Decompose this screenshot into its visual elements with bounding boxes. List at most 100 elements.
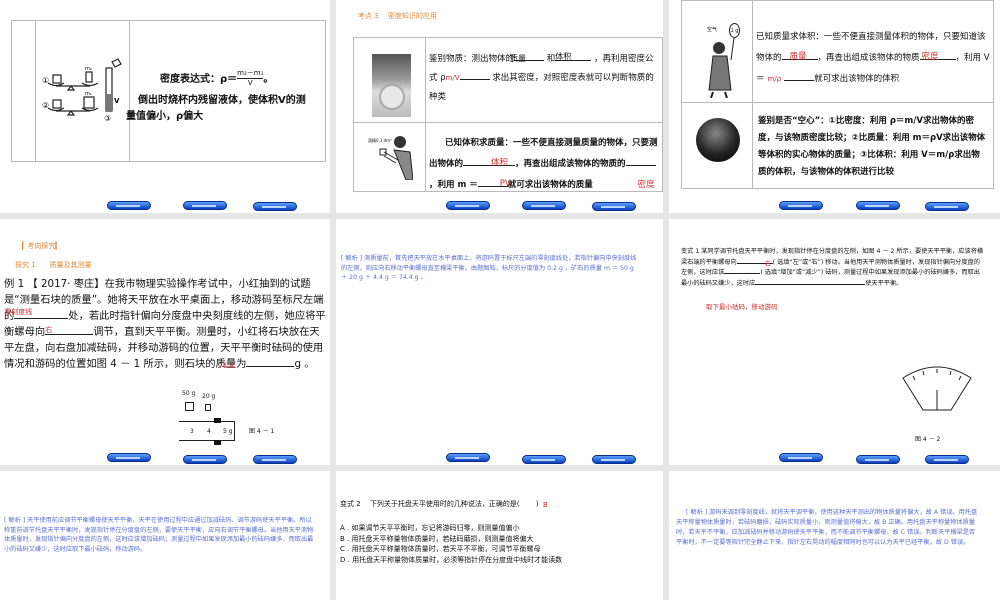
analysis-text: [ 解析 ] 测质量前，首先把天平放在水平桌面上，将游码置于标尺左端的零刻度线处…	[341, 255, 637, 281]
option-c[interactable]: C . 用托盘天平称量物体质量时，若天平不平衡，可调节平衡螺母	[340, 544, 562, 555]
error-analysis-text: 倒出时烧杯内残留液体，使体积V的测量值偏小，ρ偏大	[126, 95, 306, 122]
formula-numerator: m₂－m₁	[237, 69, 264, 79]
tick-label: 5 g	[223, 428, 233, 435]
nav-button-next[interactable]	[925, 455, 969, 464]
option-b[interactable]: B . 用托盘天平称量物体质量时，若砝码磨损，则测量值将偏大	[340, 534, 562, 545]
weight-20g-label: 20 g	[202, 393, 216, 400]
nav-button-home[interactable]	[522, 455, 566, 464]
image-label: 酒精0.1 dm³	[368, 138, 392, 143]
rider-top	[214, 418, 221, 423]
analysis-text: [ 解析 ] 游码未调到零刻度线，就将天平调平衡，使用这种天平测出的物体质量将偏…	[676, 509, 978, 546]
answer-pv: PV	[499, 179, 511, 189]
fig-label-v: V	[114, 97, 120, 105]
weight-20g-icon	[205, 404, 211, 411]
figure-4-1: 50 g 20 g 3 4 5 g 图 4 － 1	[175, 390, 300, 448]
nav-button-home[interactable]	[522, 201, 566, 210]
nav-button-home[interactable]	[183, 455, 227, 464]
slide-9[interactable]: [ 解析 ] 游码未调到零刻度线，就将天平调平衡，使用这种天平测出的物体质量将偏…	[669, 471, 1000, 600]
variant-2-question: 变式 2 下列关于托盘天平使用时的几种说法，正确的是( ) B	[340, 499, 548, 509]
answer-mass: 质量	[510, 54, 527, 63]
text-part: ，再查出组成该物体的物质	[817, 53, 920, 63]
nav-button-prev[interactable]	[779, 201, 823, 210]
fig-label-m1: m₁	[85, 91, 92, 97]
identify-substance-text: 鉴别物质：测出物体的 质量 和体积 ，再利用密度公式 ρm/V 求出其密度，对照密…	[429, 50, 659, 107]
balance-figure: ① ② ③ m₂ m₁ V	[42, 58, 122, 123]
figure-4-2-dial: 图 4 － 2	[901, 364, 973, 443]
answer-density: 密度	[637, 180, 655, 190]
nav-button-next[interactable]	[925, 202, 969, 211]
nav-button-prev[interactable]	[107, 201, 151, 210]
answer-zero-mark: 零刻度线	[4, 308, 33, 316]
slide-6[interactable]: 变式 1 某同学调节托盘天平平衡时，发现指针停在分度盘的左侧，如图 4 － 2 …	[669, 219, 1000, 465]
medal-image	[372, 54, 411, 117]
volume-to-mass-text: 已知体积求质量：一些不便直接测量质量的物体，只要测出物体的 体积 ，再查出组成该物体…	[429, 133, 661, 196]
nav-button-prev[interactable]	[107, 453, 151, 462]
fig-label-2: ②	[42, 101, 49, 110]
tick-label: 4	[207, 428, 211, 435]
option-a[interactable]: A . 如果调节天平平衡时，忘记将游码归零，则测量值偏小	[340, 523, 562, 534]
formula-denominator: V	[247, 79, 253, 87]
slide-8[interactable]: 变式 2 下列关于托盘天平使用时的几种说法，正确的是( ) B A . 如果调节…	[336, 471, 663, 600]
answer-formula: m/ρ	[767, 75, 782, 83]
text-part: 鉴别物质：测出物体的	[429, 54, 515, 64]
option-d[interactable]: D . 用托盘天平称量物体质量时，必须等指针停在分度盘中线时才能读数	[340, 555, 562, 566]
boy-with-cup-image: 酒精0.1 dm³	[368, 130, 414, 181]
answer-right: 右	[764, 260, 771, 268]
answer-volume: 体积	[491, 158, 509, 168]
text-part: ，利用 m ＝	[429, 180, 478, 190]
sphere-image	[696, 118, 740, 162]
variant-1-question: 变式 1 某同学调节托盘天平平衡时，发现指针停在分度盘的左侧，如图 4 － 2 …	[681, 247, 986, 289]
figure-caption: 图 4 － 1	[249, 428, 275, 435]
answer-mass: 质量	[789, 52, 807, 62]
girl-with-balloon-image: 空气 1 g	[697, 20, 747, 99]
slide-2[interactable]: 考点 3 密度知识的应用 鉴别物质：测出物体的 质量 和体积 ，再利用密度公式 ρ…	[336, 0, 663, 213]
image-label-air: 空气	[707, 27, 718, 33]
nav-button-home[interactable]	[183, 201, 227, 210]
formula-label: 密度表达式：ρ＝	[160, 74, 238, 85]
weight-50g-icon	[185, 402, 194, 411]
slide-7[interactable]: [ 解析 ] 天平使用前应调节平衡螺母使天平平衡，天平在使用过程中应通过加减砝码…	[0, 471, 330, 600]
fig-label-3: ③	[104, 114, 111, 123]
question-text: 变式 2 下列关于托盘天平使用时的几种说法，正确的是( )	[340, 500, 539, 508]
answer-mass: 74.4	[218, 362, 235, 370]
text-part: ，再查出组成该物体的物质的	[515, 159, 626, 169]
answer-formula: m/V	[445, 74, 460, 82]
slide-3[interactable]: 空气 1 g 已知质量求体积：一些不便直接测量体积的物体，只要知道该物体的 质量，…	[669, 0, 1000, 213]
nav-button-prev[interactable]	[446, 201, 490, 210]
nav-button-home[interactable]	[856, 201, 900, 210]
nav-button-next[interactable]	[592, 202, 636, 211]
fig-label-1: ①	[42, 76, 49, 85]
section-heading: 考点 3 密度知识的应用	[358, 12, 437, 20]
figure-caption: 图 4 － 2	[915, 436, 941, 443]
formula-end: 。	[263, 74, 274, 85]
nav-button-prev[interactable]	[446, 453, 490, 462]
nav-button-prev[interactable]	[779, 453, 823, 462]
options-list: A . 如果调节天平平衡时，忘记将游码归零，则测量值偏小 B . 用托盘天平称量…	[340, 523, 562, 565]
answer-volume: 体积	[555, 52, 572, 61]
tick-label: 3	[190, 428, 194, 435]
section-tag: ▎考向探究▎	[22, 242, 61, 250]
answer-density: 密度	[921, 52, 939, 62]
answer-b: B	[543, 501, 548, 509]
answer-right: 右	[45, 326, 53, 334]
nav-button-home[interactable]	[856, 455, 900, 464]
text-part: 就可求出该物体的体积	[814, 74, 900, 84]
example-question: 例 1 【 2017· 枣庄】在我市物理实验操作考试中，小红抽到的试题是“测量石…	[4, 276, 326, 372]
image-label-1g: 1 g	[729, 23, 740, 38]
nav-button-next[interactable]	[253, 455, 297, 464]
nav-button-next[interactable]	[253, 202, 297, 211]
text-part: g 。	[294, 358, 315, 370]
text-part: 使天平平衡。	[865, 279, 903, 287]
section-heading: 探究 1 质量及其测量	[15, 261, 92, 269]
mass-to-volume-text: 已知质量求体积：一些不便直接测量体积的物体，只要知道该物体的 质量 ，再查出组成该物…	[756, 27, 991, 90]
fig-label-m2: m₂	[85, 66, 92, 72]
analysis-text: [ 解析 ] 天平使用前应调节平衡螺母使天平平衡，天平在使用过程中应通过加减砝码…	[4, 517, 314, 553]
slide-1[interactable]: ① ② ③ m₂ m₁ V 密度表达式：ρ＝ m₂－m₁ V 。 倒出时烧杯内残…	[0, 0, 330, 213]
slide-5[interactable]: [ 解析 ] 测质量前，首先把天平放在水平桌面上，将游码置于标尺左端的零刻度线处…	[336, 219, 663, 465]
density-formula: 密度表达式：ρ＝ m₂－m₁ V 。	[160, 68, 273, 87]
answer-adjust: 取下最小砝码，移动游码	[706, 303, 778, 311]
slide-4[interactable]: ▎考向探究▎ 探究 1 质量及其测量 例 1 【 2017· 枣庄】在我市物理实…	[0, 219, 330, 465]
nav-button-next[interactable]	[592, 455, 636, 464]
rider-bottom	[214, 440, 221, 445]
hollow-check-text: 鉴别是否“空心”：①比密度：利用 ρ＝m/V求出物体的密度，与该物质密度比较；②…	[758, 116, 986, 177]
